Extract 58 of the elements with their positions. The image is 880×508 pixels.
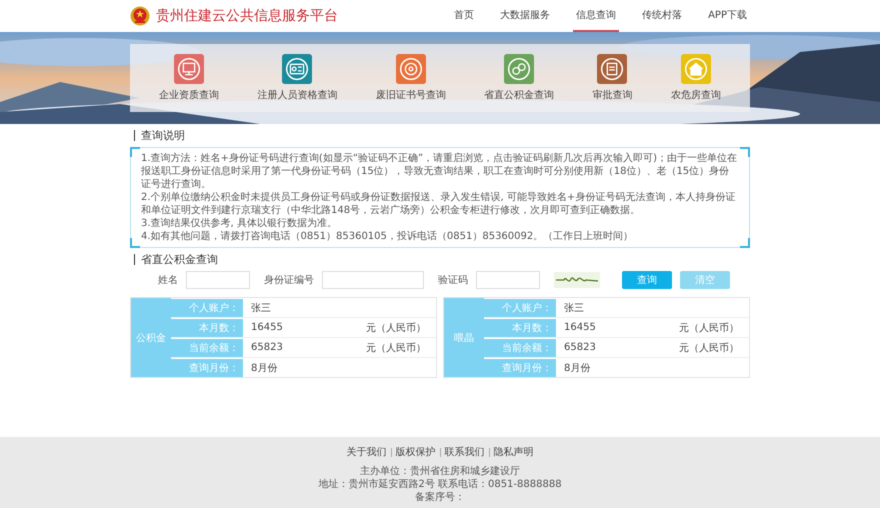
notice-paragraph: 2.个别单位缴纳公积金时未提供员工身份证号码或身份证数据报送、录入发生错误, 可能导致姓名+身份证号码无法查询，本人持身份证和单位证明文件到建行京瑞支行（中华北路148号，云岩广场旁）公积金专柜进行修改，次月即可查到正确数据。 [141, 191, 736, 217]
group-label: 喂晶 [444, 298, 484, 377]
field-label: 身份证编号 [264, 274, 314, 287]
corner-mark [130, 238, 140, 248]
input-field[interactable] [322, 271, 424, 289]
nav-tab[interactable]: 大数据服务 [497, 0, 554, 32]
service-link[interactable]: 注册人员资格查询 [257, 54, 338, 102]
field-label: 姓名 [158, 274, 178, 287]
notice-paragraph: 3.查询结果仅供参考, 具体以银行数据为准。 [141, 217, 338, 230]
corner-mark [740, 147, 750, 157]
group-label: 公积金 [131, 298, 171, 377]
service-link[interactable]: 废旧证书号查询 [376, 54, 446, 102]
table-cell-text: 张三 [250, 302, 272, 314]
table-header-cell: 当前余额： [171, 338, 243, 357]
emblem-icon [130, 6, 150, 26]
table-cell-text: 65823 [250, 342, 284, 353]
service-link[interactable]: 审批查询 [592, 54, 632, 102]
nav-tab[interactable]: 传统村落 [639, 0, 686, 32]
corner-mark [130, 147, 140, 157]
table-header-cell: 本月数： [484, 318, 556, 337]
table-cell-text: 张三 [563, 302, 585, 314]
table-cell-text: 65823 [563, 342, 597, 353]
unit-text: 元（人民币） [366, 322, 427, 334]
footer-text: 备案序号： [414, 491, 466, 504]
table-cell-text: 16455 [250, 322, 284, 333]
unit-text: 元（人民币） [679, 342, 740, 354]
unit-text: 元（人民币） [366, 342, 427, 354]
service-link[interactable]: 企业资质查询 [159, 54, 220, 102]
table-cell-text: 8月份 [250, 362, 278, 374]
notice-paragraph: 4.如有其他问题，请拨打咨询电话（0851）85360105，投诉电话（0851）85360092。（工作日上班时间） [141, 230, 634, 243]
table-header-cell: 个人账户： [171, 298, 243, 317]
corner-mark [740, 238, 750, 248]
footer-link[interactable]: 关于我们 [346, 445, 386, 459]
table-cell-text: 16455 [563, 322, 597, 333]
footer-link[interactable]: 版权保护 [396, 445, 436, 459]
table-header-cell: 查询月份： [171, 358, 243, 377]
footer-link[interactable]: 隐私声明 [494, 445, 534, 459]
notice-paragraph: 1.查询方法：姓名+身份证号码进行查询(如显示“验证码不正确”，请重启浏览，点击验证码刷新几次后再次输入即可)；由于一些单位在报送职工身份证信息时采用了第一代身份证号码（15位），导致无查询结果，职工在查询时可分别使用新（18位）、老（15位）身份证号进行查询。 [141, 152, 738, 191]
footer-link[interactable]: 联系我们 [444, 445, 484, 459]
nav-tab[interactable]: 首页 [451, 0, 478, 32]
field-label: 验证码 [438, 274, 468, 287]
input-field[interactable] [476, 271, 540, 289]
table-header-cell: 本月数： [171, 318, 243, 337]
footer-text: 主办单位：贵州省住房和城乡建设厅 [359, 465, 521, 478]
table-header-cell: 当前余额： [484, 338, 556, 357]
nav-tab[interactable]: APP下载 [705, 0, 750, 32]
section-title: 查询说明 [134, 130, 750, 141]
service-link[interactable]: 省直公积金查询 [484, 54, 554, 102]
unit-text: 元（人民币） [679, 322, 740, 334]
service-link[interactable]: 农危房查询 [670, 54, 721, 102]
section-title: 省直公积金查询 [134, 254, 750, 265]
table-cell-text: 8月份 [563, 362, 592, 374]
captcha-image[interactable] [554, 272, 600, 288]
footer-text: 地址：贵州市延安西路2号 联系电话：0851-8888888 [317, 478, 563, 491]
site-title: 贵州住建云公共信息服务平台 [156, 7, 338, 25]
input-field[interactable] [186, 271, 250, 289]
table-header-cell: 查询月份： [484, 358, 556, 377]
table-header-cell: 个人账户： [484, 298, 556, 317]
